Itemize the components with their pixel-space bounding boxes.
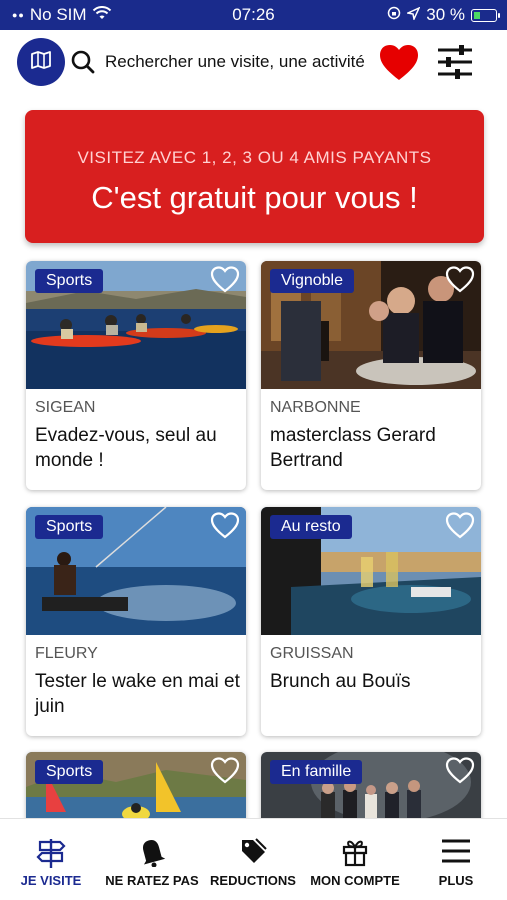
header: Rechercher une visite, une activité	[0, 38, 507, 88]
card-title: Tester le wake en mai et juin	[35, 671, 240, 717]
nav-label: NE RATEZ PAS	[105, 873, 199, 888]
app-screen: ●● No SIM 07:26 30 % Rechercher une visi…	[0, 0, 507, 900]
activity-card[interactable]: Vignoble NARBONNE masterclass Gerard Ber…	[261, 261, 481, 490]
battery-icon	[471, 8, 500, 22]
gift-icon	[304, 837, 406, 867]
category-tag: Sports	[35, 515, 104, 539]
favorite-heart-icon[interactable]	[445, 512, 475, 544]
category-tag: Vignoble	[270, 269, 354, 293]
favorites-heart-icon[interactable]	[378, 44, 420, 87]
favorite-heart-icon[interactable]	[210, 512, 240, 544]
nav-je-visite[interactable]: JE VISITE	[8, 837, 94, 897]
nav-label: MON COMPTE	[310, 873, 400, 888]
banner-subtitle: VISITEZ AVEC 1, 2, 3 OU 4 AMIS PAYANTS	[77, 148, 432, 167]
activity-card[interactable]: Sports SIGEAN Evadez-vous, seul au monde…	[26, 261, 246, 490]
status-bar: ●● No SIM 07:26 30 %	[0, 0, 507, 30]
bottom-navigation: JE VISITE NE RATEZ PAS REDUCTIONS MON CO…	[0, 818, 507, 900]
signpost-icon	[8, 837, 94, 869]
search-icon[interactable]	[70, 49, 96, 80]
battery-percent: 30 %	[426, 5, 465, 24]
menu-icon	[422, 837, 490, 865]
map-icon	[30, 50, 52, 75]
nav-label: JE VISITE	[20, 873, 82, 888]
card-city: GRUISSAN	[270, 645, 354, 662]
activity-card[interactable]: Sports FLEURY Tester le wake en mai et j…	[26, 507, 246, 736]
category-tag: Sports	[35, 760, 104, 784]
nav-label: REDUCTIONS	[210, 873, 296, 888]
banner-title: C'est gratuit pour vous !	[91, 180, 418, 215]
nav-ne-ratez-pas[interactable]: NE RATEZ PAS	[100, 837, 204, 897]
favorite-heart-icon[interactable]	[445, 266, 475, 298]
card-title: masterclass Gerard Bertrand	[270, 425, 436, 471]
filter-icon[interactable]	[437, 45, 473, 84]
map-button[interactable]	[17, 38, 65, 86]
card-city: SIGEAN	[35, 399, 96, 416]
card-city: NARBONNE	[270, 399, 361, 416]
nav-plus[interactable]: PLUS	[422, 837, 490, 897]
favorite-heart-icon[interactable]	[210, 757, 240, 789]
search-input[interactable]: Rechercher une visite, une activité	[105, 52, 387, 72]
nav-reductions[interactable]: REDUCTIONS	[206, 837, 300, 897]
rotation-lock-icon	[387, 5, 401, 25]
favorite-heart-icon[interactable]	[445, 757, 475, 789]
nav-mon-compte[interactable]: MON COMPTE	[304, 837, 406, 897]
bell-icon	[100, 837, 204, 867]
nav-label: PLUS	[438, 873, 474, 888]
activity-card[interactable]: Au resto GRUISSAN Brunch au Bouïs	[261, 507, 481, 736]
category-tag: Au resto	[270, 515, 352, 539]
card-title: Brunch au Bouïs	[270, 671, 411, 692]
card-city: FLEURY	[35, 645, 98, 662]
category-tag: Sports	[35, 269, 104, 293]
promo-banner[interactable]: VISITEZ AVEC 1, 2, 3 OU 4 AMIS PAYANTS C…	[25, 110, 484, 243]
category-tag: En famille	[270, 760, 363, 784]
card-title: Evadez-vous, seul au monde !	[35, 425, 217, 471]
favorite-heart-icon[interactable]	[210, 266, 240, 298]
location-icon	[405, 5, 421, 25]
tag-icon	[206, 837, 300, 865]
